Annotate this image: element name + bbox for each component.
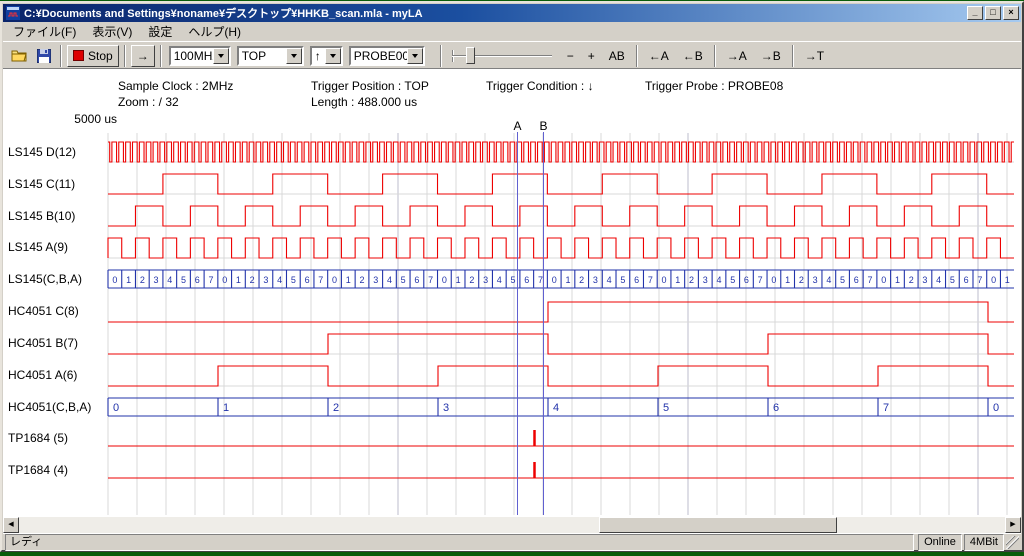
trigger-edge-value: ↑ [312, 48, 325, 64]
sample-rate-combobox[interactable]: 100MHz [169, 46, 231, 66]
trigger-position-value: TOP [239, 48, 286, 64]
trigger-edge-combobox[interactable]: ↑ [310, 46, 343, 66]
trigger-position-combobox[interactable]: TOP [237, 46, 304, 66]
trigger-position-dropdown-button[interactable] [286, 48, 302, 64]
resize-grip[interactable] [1006, 536, 1019, 549]
trigger-probe-combobox[interactable]: PROBE00 [349, 46, 425, 66]
toolbar-separator [160, 45, 162, 67]
zoom-in-button[interactable]: + [583, 44, 600, 68]
trigger-edge-dropdown-button[interactable] [325, 48, 341, 64]
chevron-down-icon [291, 54, 297, 61]
toolbar-separator [792, 45, 794, 67]
move-b-left-button[interactable]: ←B [678, 44, 708, 68]
zoom-slider-handle[interactable] [466, 47, 475, 64]
scroll-right-button[interactable]: ▶ [1005, 517, 1021, 533]
sample-rate-dropdown-button[interactable] [213, 48, 229, 64]
horizontal-scrollbar[interactable]: ◀ ▶ [3, 517, 1021, 533]
sample-rate-value: 100MHz [171, 48, 213, 64]
move-b-right-button[interactable]: →B [756, 44, 786, 68]
minimize-button[interactable]: _ [967, 6, 983, 20]
waveform-client-area [3, 68, 1021, 517]
move-a-left-button[interactable]: ←A [644, 44, 674, 68]
status-online-badge: Online [918, 534, 962, 551]
menu-help[interactable]: ヘルプ(H) [180, 22, 249, 42]
titlebar: C:¥Documents and Settings¥noname¥デスクトップ¥… [3, 4, 1021, 22]
ab-range-button[interactable]: AB [604, 44, 630, 68]
toolbar-separator [60, 45, 62, 67]
toolbar-separator [636, 45, 638, 67]
chevron-down-icon [218, 54, 224, 61]
menubar: ファイル(F) 表示(V) 設定 ヘルプ(H) [3, 22, 1021, 41]
app-icon [6, 6, 20, 20]
zoom-slider[interactable] [452, 45, 552, 67]
close-button[interactable]: × [1003, 6, 1019, 20]
trigger-probe-value: PROBE00 [351, 48, 407, 64]
scrollbar-thumb[interactable] [599, 517, 837, 533]
menu-settings[interactable]: 設定 [140, 22, 180, 42]
jump-to-trigger-button[interactable]: →T [800, 44, 829, 68]
toolbar: Stop → 100MHz TOP ↑ PROBE00 − + AB [3, 41, 1021, 69]
toolbar-separator [440, 45, 442, 67]
save-file-button[interactable] [32, 45, 55, 67]
save-icon [37, 49, 51, 63]
stop-button-label: Stop [88, 49, 113, 63]
status-ready-text: レディ [5, 534, 914, 551]
folder-open-icon [11, 49, 27, 62]
status-memory-badge: 4MBit [964, 534, 1004, 551]
stop-icon [73, 50, 84, 61]
app-window: C:¥Documents and Settings¥noname¥デスクトップ¥… [0, 1, 1024, 552]
zoom-out-button[interactable]: − [562, 44, 579, 68]
statusbar: レディ Online 4MBit [3, 533, 1021, 550]
chevron-down-icon [330, 54, 336, 61]
menu-file[interactable]: ファイル(F) [5, 22, 84, 42]
toolbar-separator [714, 45, 716, 67]
maximize-button[interactable]: □ [985, 6, 1001, 20]
toolbar-separator [124, 45, 126, 67]
chevron-down-icon [412, 54, 418, 61]
desktop: { "window": { "title": "C:¥Documents and… [0, 0, 1024, 556]
move-a-right-button[interactable]: →A [722, 44, 752, 68]
scroll-left-button[interactable]: ◀ [3, 517, 19, 533]
window-title: C:¥Documents and Settings¥noname¥デスクトップ¥… [24, 5, 965, 21]
run-button[interactable]: → [131, 45, 155, 67]
menu-view[interactable]: 表示(V) [84, 22, 140, 42]
stop-button[interactable]: Stop [67, 45, 119, 67]
trigger-probe-dropdown-button[interactable] [407, 48, 423, 64]
open-file-button[interactable] [7, 45, 30, 67]
